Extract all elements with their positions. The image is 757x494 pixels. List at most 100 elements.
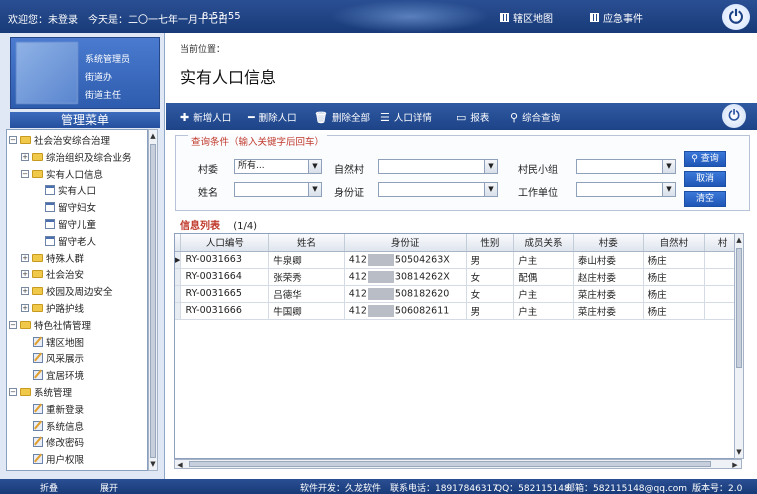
menu-tree-item[interactable]: + 校园及周边安全: [21, 283, 113, 299]
village-committee-select[interactable]: 所有... ▼: [234, 159, 322, 174]
scroll-down-icon[interactable]: ▼: [149, 459, 157, 469]
chevron-down-icon[interactable]: ▼: [308, 160, 321, 173]
person-detail-button[interactable]: ☰ 人口详情: [380, 110, 432, 125]
collapse-icon[interactable]: −: [9, 388, 17, 396]
menu-tree-item[interactable]: 宜居环境: [33, 367, 84, 383]
table-row[interactable]: RY-0031665 吕德华 412 508182620 女户主 菜庄村委 杨庄: [175, 285, 741, 303]
chevron-down-icon[interactable]: ▼: [484, 183, 497, 196]
table-row[interactable]: RY-0031666 牛国卿 412 506082611 男户主 菜庄村委 杨庄: [175, 302, 741, 320]
id-card-select[interactable]: ▼: [378, 182, 498, 197]
natural-village-select[interactable]: ▼: [378, 159, 498, 174]
page-icon: [45, 202, 55, 213]
menu-tree-item[interactable]: 风采展示: [33, 350, 84, 366]
folder-icon: [20, 320, 31, 329]
expand-icon[interactable]: +: [21, 152, 29, 161]
collapse-menu-button[interactable]: 折叠: [40, 481, 58, 494]
expand-icon[interactable]: +: [21, 253, 29, 262]
search-button[interactable]: ⚲ 查询: [684, 151, 726, 167]
id-card-suffix: 506082611: [394, 305, 450, 316]
edit-icon: [33, 353, 43, 364]
delete-person-button[interactable]: ━ 删除人口: [248, 110, 297, 125]
menu-tree-item[interactable]: + 社会治安: [21, 266, 84, 282]
add-person-label: 新增人口: [193, 113, 232, 124]
query-panel: 查询条件（输入关键字后回车） 村委 所有... ▼ 自然村 ▼ 村民小组 ▼ 姓…: [175, 134, 750, 211]
menu-tree-item[interactable]: + 护路护线: [21, 300, 84, 316]
menu-tree-item[interactable]: − 实有人口信息: [21, 166, 103, 182]
menu-tree-item[interactable]: 修改密码: [33, 434, 84, 450]
scroll-thumb[interactable]: [150, 144, 156, 458]
grid-vertical-scrollbar[interactable]: ▲ ▼: [734, 233, 744, 459]
menu-tree-item[interactable]: − 系统管理: [9, 384, 72, 400]
column-header[interactable]: 成员关系: [513, 234, 574, 252]
grid-horizontal-scrollbar[interactable]: ◀ ▶: [174, 459, 742, 469]
scroll-down-icon[interactable]: ▼: [735, 447, 743, 457]
menu-tree-item[interactable]: 重新登录: [33, 401, 84, 417]
power-icon[interactable]: ⏻: [722, 104, 746, 128]
id-card-cell: 412 30814262X: [344, 268, 467, 286]
scroll-thumb[interactable]: [736, 248, 742, 368]
left-panel: 系统管理员 街道办 街道主任 管理菜单 − 社会治安综合治理 + 综治组织及综合业务 −…: [0, 33, 165, 479]
menu-tree-item[interactable]: 留守老人: [45, 233, 96, 249]
menu-tree-item[interactable]: 系统信息: [33, 418, 84, 434]
chevron-down-icon[interactable]: ▼: [662, 183, 675, 196]
menu-tree-item[interactable]: + 综治组织及综合业务: [21, 149, 132, 165]
villager-group-select[interactable]: ▼: [576, 159, 676, 174]
column-header[interactable]: 村委: [573, 234, 644, 252]
edit-icon: [33, 370, 43, 381]
column-header[interactable]: 姓名: [268, 234, 345, 252]
menu-tree-item[interactable]: 留守儿童: [45, 216, 96, 232]
menu-tree-item[interactable]: 用户权限: [33, 451, 84, 467]
combined-query-button[interactable]: ⚲ 综合查询: [510, 110, 560, 125]
collapse-icon[interactable]: −: [21, 169, 29, 178]
edit-icon: [33, 454, 43, 465]
delete-all-button[interactable]: 🗑 删除全部: [314, 110, 370, 125]
table-row[interactable]: RY-0031664 张荣秀 412 30814262X 女配偶 赵庄村委 杨庄: [175, 268, 741, 286]
menu-tree-item[interactable]: 实有人口: [45, 182, 96, 198]
work-unit-select[interactable]: ▼: [576, 182, 676, 197]
menu-tree-item[interactable]: − 特色社情管理: [9, 317, 91, 333]
column-header[interactable]: 自然村: [643, 234, 706, 252]
folder-icon: [32, 152, 43, 161]
menu-tree-item[interactable]: 辖区地图: [33, 334, 84, 350]
edit-icon: [33, 437, 43, 448]
scroll-right-icon[interactable]: ▶: [731, 460, 739, 470]
expand-icon[interactable]: +: [21, 287, 29, 296]
column-header[interactable]: 身份证: [344, 234, 467, 252]
scroll-up-icon[interactable]: ▲: [735, 235, 743, 245]
edit-icon: [33, 403, 43, 414]
scroll-up-icon[interactable]: ▲: [149, 131, 157, 141]
menu-scrollbar[interactable]: ▲ ▼: [148, 129, 158, 471]
power-icon[interactable]: ⏻: [722, 4, 750, 30]
scroll-thumb[interactable]: [189, 461, 711, 467]
status-bar: 折叠 展开 软件开发：久龙软件 联系电话：18917846317 QQ：5821…: [0, 479, 757, 494]
menu-tree-label: 宜居环境: [46, 371, 85, 383]
menu-tree-item[interactable]: 留守妇女: [45, 199, 96, 215]
column-header[interactable]: 人口编号: [180, 234, 270, 252]
collapse-icon[interactable]: −: [9, 320, 17, 329]
add-person-button[interactable]: ✚ 新增人口: [180, 110, 232, 125]
scroll-left-icon[interactable]: ◀: [176, 460, 184, 470]
chevron-down-icon[interactable]: ▼: [484, 160, 497, 173]
collapse-icon[interactable]: −: [9, 136, 17, 144]
committee-cell: 菜庄村委: [573, 285, 644, 303]
cancel-button[interactable]: 取消: [684, 171, 726, 187]
report-button[interactable]: ▭ 报表: [456, 110, 489, 125]
chevron-down-icon[interactable]: ▼: [308, 183, 321, 196]
nav-map-button[interactable]: 辖区地图: [500, 10, 553, 25]
committee-cell: 菜庄村委: [573, 302, 644, 320]
expand-menu-button[interactable]: 展开: [100, 481, 118, 494]
expand-icon[interactable]: +: [21, 304, 29, 312]
menu-tree-label: 社会治安综合治理: [34, 136, 111, 147]
clear-button[interactable]: 清空: [684, 191, 726, 207]
name-select[interactable]: ▼: [234, 182, 322, 197]
id-card-suffix: 508182620: [394, 288, 450, 299]
menu-tree-item[interactable]: − 社会治安综合治理: [9, 132, 110, 148]
column-header[interactable]: 性别: [466, 234, 515, 252]
page-title: 实有人口信息: [180, 68, 277, 87]
expand-icon[interactable]: +: [21, 270, 29, 279]
chevron-down-icon[interactable]: ▼: [662, 160, 675, 173]
nav-emergency-button[interactable]: 应急事件: [590, 10, 643, 25]
menu-tree-item[interactable]: + 特殊人群: [21, 250, 84, 266]
table-row[interactable]: ▶ RY-0031663 牛泉卿 412 50504263X 男户主 泰山村委 杨庄: [175, 251, 741, 269]
menu-tree-label: 留守妇女: [58, 203, 97, 215]
